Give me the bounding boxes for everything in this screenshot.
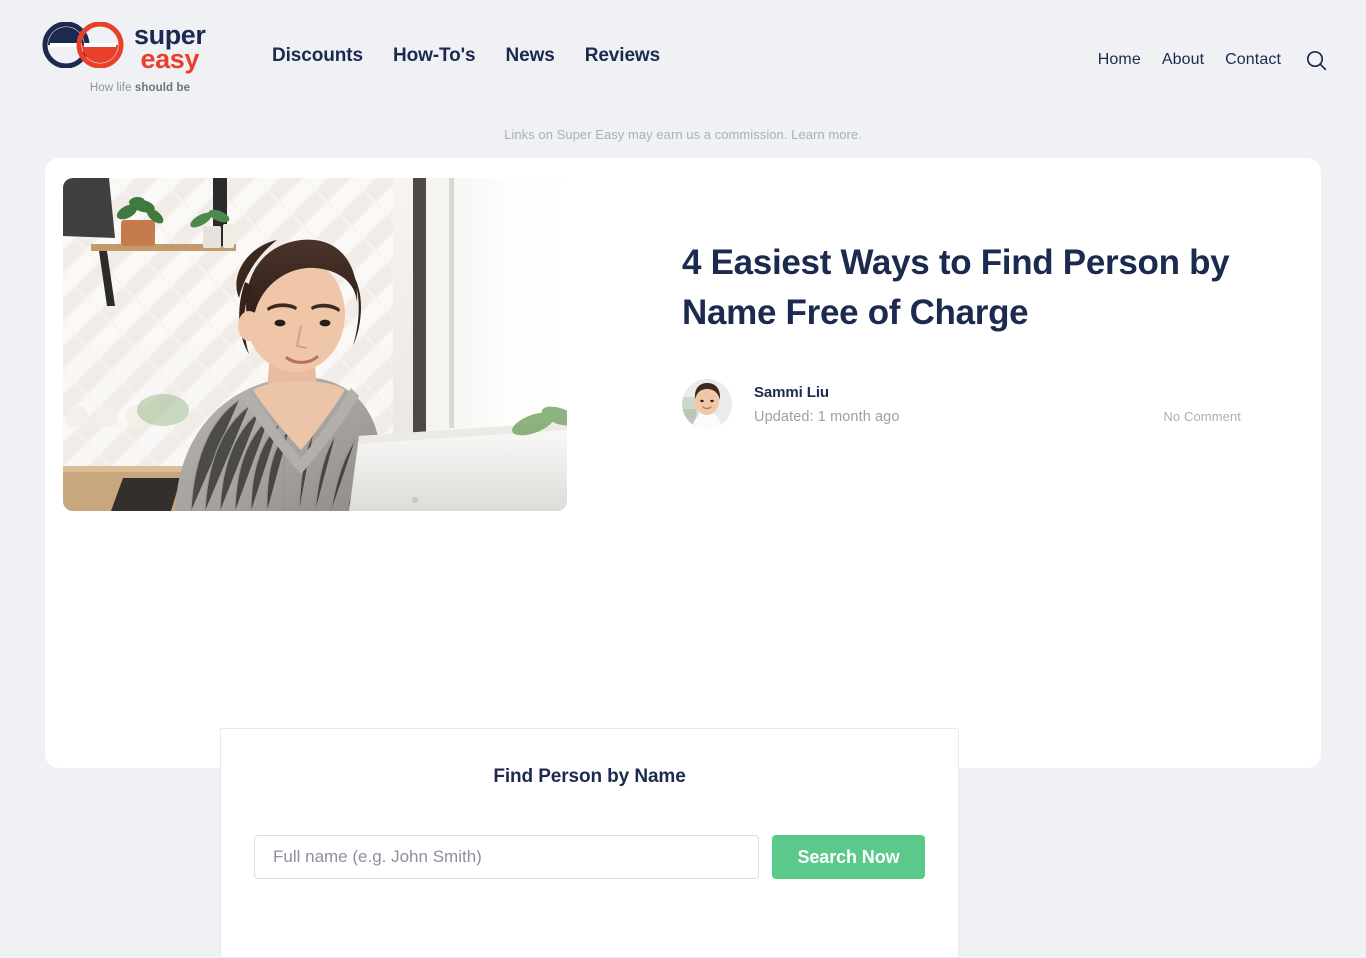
primary-navigation: Discounts How-To's News Reviews: [272, 45, 660, 67]
nav-item-how-tos[interactable]: How-To's: [393, 45, 476, 67]
page-title: 4 Easiest Ways to Find Person by Name Fr…: [682, 243, 1230, 332]
logo-wordmark-row: super easy: [40, 21, 240, 74]
byline-text: Sammi Liu Updated: 1 month ago: [754, 384, 900, 425]
double-circle-logo-icon: [40, 21, 126, 73]
site-logo[interactable]: super easy How life should be: [40, 21, 240, 94]
author-name[interactable]: Sammi Liu: [754, 384, 900, 401]
affiliate-disclaimer: Links on Super Easy may earn us a commis…: [0, 127, 1366, 142]
updated-timestamp: Updated: 1 month ago: [754, 408, 900, 425]
hero-image: [63, 178, 567, 511]
nav-item-home[interactable]: Home: [1098, 51, 1141, 69]
nav-item-contact[interactable]: Contact: [1225, 51, 1281, 69]
site-header: super easy How life should be Discounts …: [0, 0, 1366, 112]
avatar[interactable]: [682, 379, 732, 430]
brand-wordmark: super easy: [134, 21, 206, 74]
tagline-prefix: How life: [89, 82, 135, 94]
full-name-input[interactable]: [254, 835, 759, 879]
widget-form: Search Now: [221, 835, 958, 879]
nav-item-news[interactable]: News: [505, 45, 554, 67]
article-card: 4 Easiest Ways to Find Person by Name Fr…: [45, 158, 1321, 958]
tagline-bold: should be: [134, 82, 191, 94]
byline: Sammi Liu Updated: 1 month ago No Commen…: [682, 379, 1241, 430]
widget-title: Find Person by Name: [493, 766, 686, 787]
utility-navigation: Home About Contact: [1098, 48, 1328, 72]
nav-item-discounts[interactable]: Discounts: [272, 45, 363, 67]
disclaimer-text: Links on Super Easy may earn us a commis…: [504, 127, 788, 142]
brand-name-easy: easy: [140, 43, 200, 74]
nav-item-reviews[interactable]: Reviews: [585, 45, 660, 67]
brand-tagline: How life should be: [40, 82, 240, 94]
disclaimer-learn-more-link[interactable]: Learn more.: [791, 127, 862, 142]
comment-count[interactable]: No Comment: [1163, 409, 1241, 424]
search-now-button[interactable]: Search Now: [772, 835, 925, 879]
nav-item-about[interactable]: About: [1162, 51, 1204, 69]
search-icon[interactable]: [1304, 48, 1328, 72]
article-text-column: 4 Easiest Ways to Find Person by Name Fr…: [567, 178, 1321, 511]
find-person-widget: Find Person by Name Search Now: [220, 728, 959, 958]
article-hero-row: 4 Easiest Ways to Find Person by Name Fr…: [45, 158, 1321, 511]
